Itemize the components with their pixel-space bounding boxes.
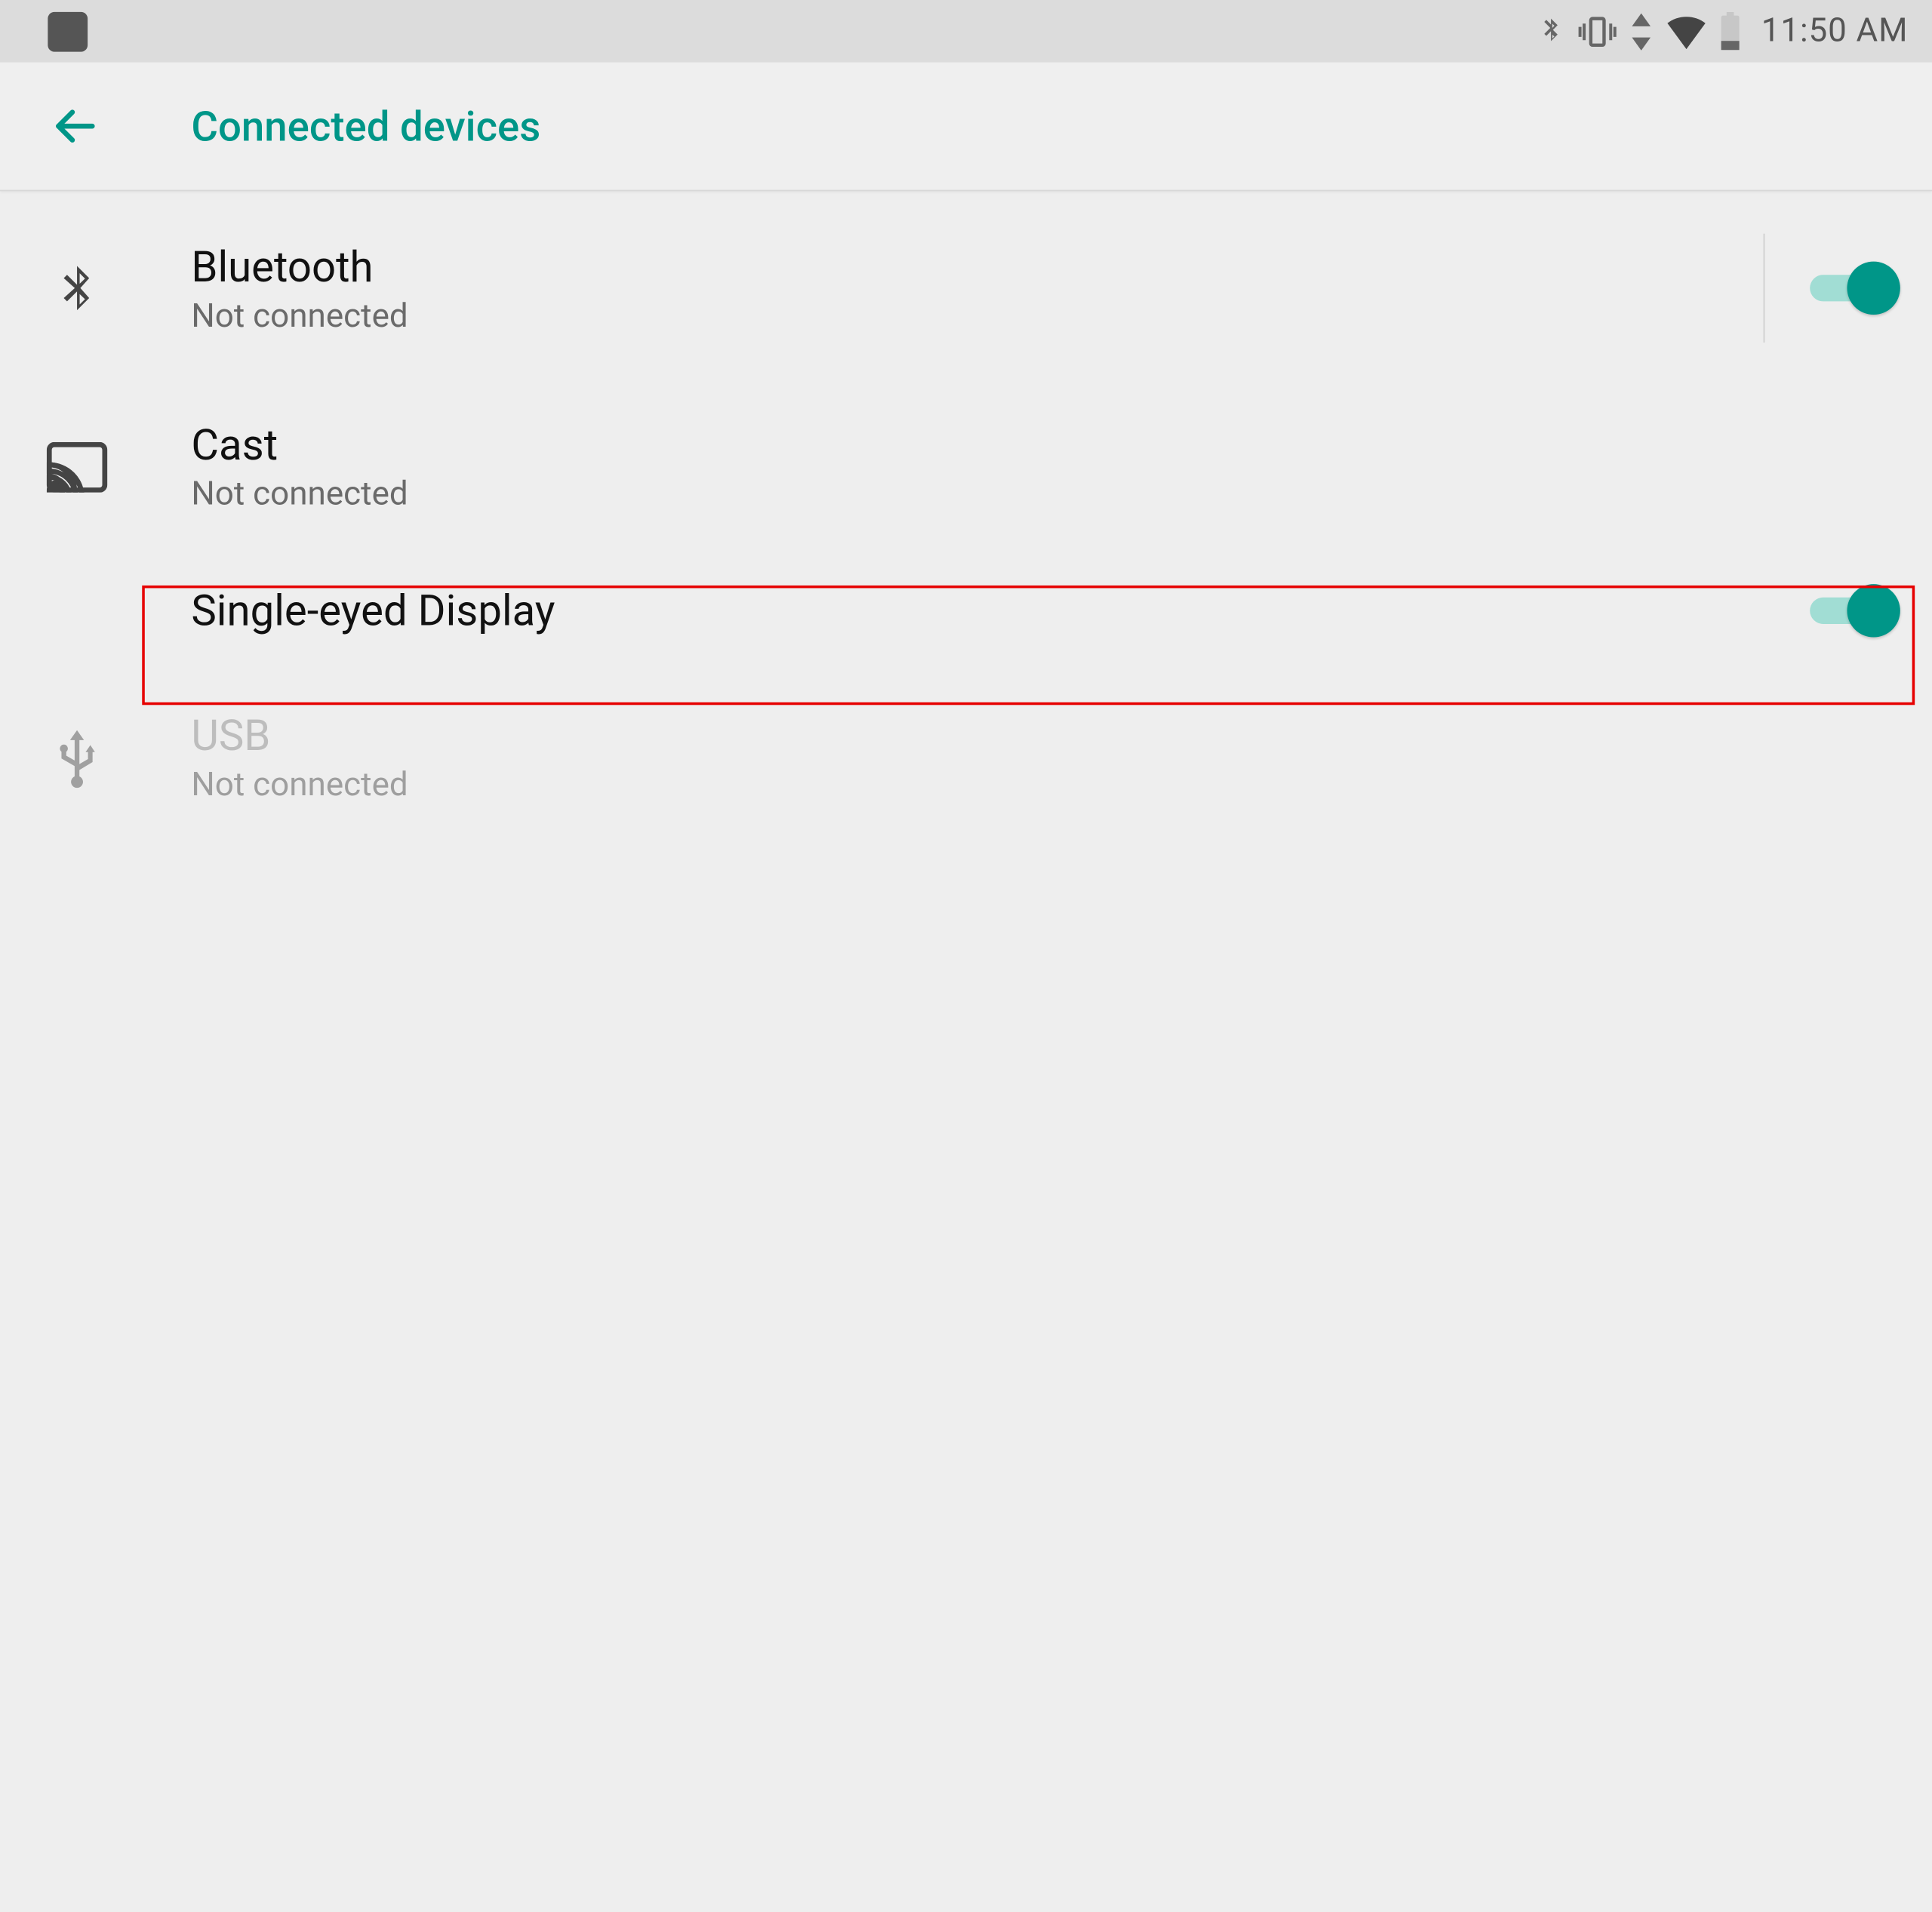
page-title: Connected devices	[191, 102, 540, 151]
switch-thumb	[1847, 584, 1900, 637]
app-header: Connected devices	[0, 63, 1932, 192]
arrow-left-icon	[51, 102, 98, 149]
status-bar-right: 11:50 AM	[1536, 11, 1909, 51]
cast-title: Cast	[191, 420, 1900, 470]
usb-title: USB	[191, 710, 1900, 761]
status-bar: 11:50 AM	[0, 0, 1932, 63]
back-button[interactable]	[48, 100, 100, 152]
row-usb: USB Not connected	[0, 671, 1932, 837]
wifi-status-icon	[1666, 14, 1708, 48]
row-divider	[1763, 234, 1765, 343]
sync-status-icon	[1629, 13, 1655, 50]
cast-texts: Cast Not connected	[191, 420, 1900, 514]
battery-status-icon	[1719, 11, 1743, 51]
settings-list: Bluetooth Not connected Cast Not connect…	[0, 191, 1932, 836]
row-cast[interactable]: Cast Not connected	[0, 374, 1932, 551]
switch-thumb	[1847, 262, 1900, 315]
bluetooth-subtitle: Not connected	[191, 297, 1746, 335]
bluetooth-title: Bluetooth	[191, 241, 1746, 291]
recent-app-icon	[48, 11, 88, 51]
single-eyed-texts: Single-eyed Display	[191, 586, 1810, 636]
single-eyed-toggle[interactable]	[1810, 584, 1900, 637]
row-single-eyed-display[interactable]: Single-eyed Display	[0, 551, 1932, 670]
bluetooth-status-icon	[1536, 11, 1567, 51]
row-bluetooth[interactable]: Bluetooth Not connected	[0, 191, 1932, 374]
bluetooth-icon	[42, 257, 111, 318]
status-bar-left	[37, 11, 88, 51]
single-eyed-title: Single-eyed Display	[191, 586, 1810, 636]
usb-texts: USB Not connected	[191, 710, 1900, 804]
bluetooth-texts: Bluetooth Not connected	[191, 241, 1746, 335]
cast-subtitle: Not connected	[191, 475, 1900, 514]
usb-subtitle: Not connected	[191, 766, 1900, 804]
cast-icon	[42, 441, 111, 492]
vibrate-status-icon	[1578, 11, 1618, 51]
bluetooth-toggle[interactable]	[1810, 262, 1900, 315]
clock-text: 11:50 AM	[1761, 12, 1909, 51]
usb-icon	[42, 727, 111, 788]
screen: 11:50 AM Connected devices Bluetooth Not…	[0, 0, 1932, 1086]
